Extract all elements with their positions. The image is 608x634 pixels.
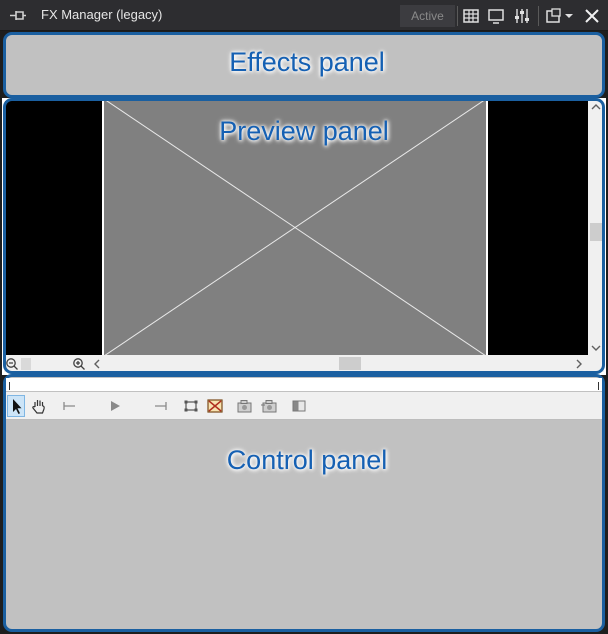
crop-icon[interactable] <box>182 397 200 415</box>
camera-add-icon[interactable] <box>260 397 278 415</box>
timeline-start-marker <box>9 382 10 390</box>
grid-icon[interactable] <box>462 7 480 25</box>
effects-panel-label: Effects panel <box>229 47 385 77</box>
hand-icon[interactable] <box>30 397 48 415</box>
sliders-icon[interactable] <box>513 7 531 25</box>
go-to-end-icon[interactable] <box>152 397 170 415</box>
close-icon[interactable] <box>583 7 601 25</box>
settings-dropdown-icon[interactable] <box>545 7 575 25</box>
control-panel-label: Control panel <box>226 445 388 475</box>
monitor-icon[interactable] <box>487 7 505 25</box>
play-icon[interactable] <box>106 397 124 415</box>
split-view-icon[interactable] <box>290 397 308 415</box>
pin-icon[interactable] <box>8 7 28 24</box>
toolbar-separator <box>538 6 539 26</box>
active-button[interactable]: Active <box>400 5 455 27</box>
timeline-end-marker <box>598 382 599 390</box>
camera-icon[interactable] <box>236 397 254 415</box>
select-arrow-icon[interactable] <box>8 397 26 415</box>
preview-panel-label: Preview panel <box>219 116 389 146</box>
effects-panel: Effects panel <box>3 32 605 98</box>
timeline-strip[interactable] <box>6 378 602 391</box>
image-icon[interactable] <box>206 397 224 415</box>
go-to-start-icon[interactable] <box>60 397 78 415</box>
toolbar-separator <box>457 6 458 26</box>
window-title: FX Manager (legacy) <box>41 7 163 22</box>
